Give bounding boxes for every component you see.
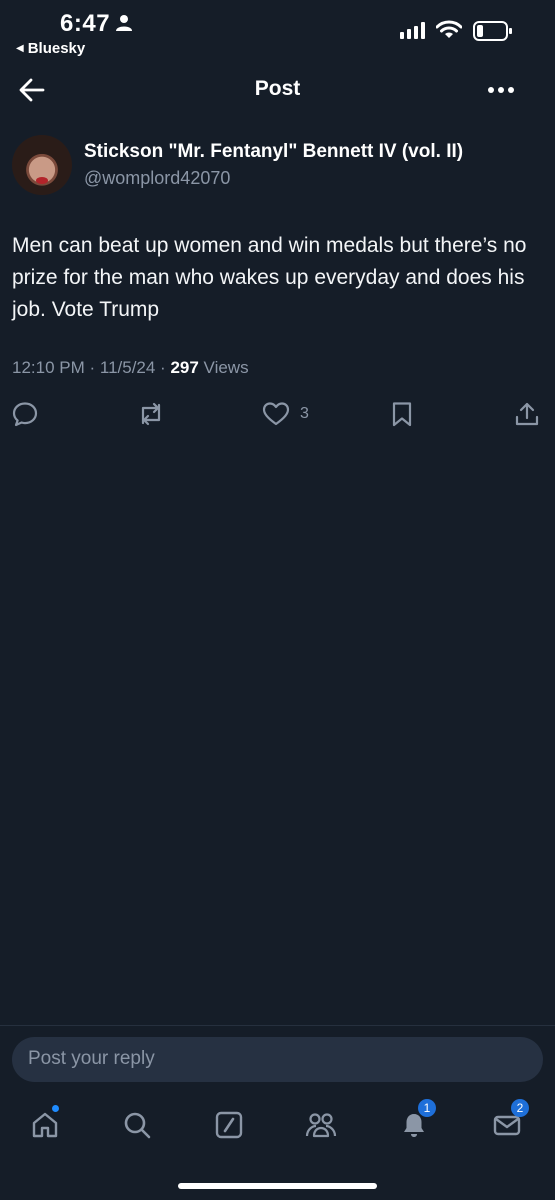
people-icon (304, 1110, 338, 1140)
wifi-icon (436, 20, 462, 40)
reply-placeholder: Post your reply (28, 1048, 155, 1069)
reply-button[interactable] (12, 400, 38, 428)
views-count: 297 (170, 358, 199, 377)
back-arrow-icon[interactable] (18, 76, 48, 104)
battery-icon (473, 21, 513, 41)
page-title: Post (254, 77, 301, 100)
search-icon (122, 1110, 152, 1140)
notifications-badge: 1 (418, 1099, 436, 1117)
avatar[interactable] (12, 135, 72, 195)
back-to-app-link[interactable]: ◀ Bluesky (16, 40, 85, 57)
divider (0, 1025, 555, 1026)
bookmark-button[interactable] (390, 400, 414, 428)
tab-feeds[interactable] (301, 1105, 341, 1145)
cellular-signal-icon (400, 22, 425, 39)
home-icon (30, 1110, 60, 1140)
tab-search[interactable] (117, 1105, 157, 1145)
tab-home[interactable] (25, 1105, 65, 1145)
person-icon (116, 14, 132, 32)
like-button[interactable]: 3 (262, 400, 309, 428)
repost-button[interactable] (137, 400, 165, 428)
reply-icon (12, 401, 38, 427)
reply-input[interactable]: Post your reply (12, 1037, 543, 1082)
author-display-name[interactable]: Stickson "Mr. Fentanyl" Bennett IV (vol.… (84, 141, 463, 163)
repost-icon (137, 401, 165, 427)
compose-icon (214, 1110, 244, 1140)
share-icon (514, 401, 540, 427)
like-count: 3 (300, 405, 309, 422)
bookmark-icon (390, 401, 414, 427)
tab-notifications[interactable]: 1 (394, 1099, 436, 1145)
post-text: Men can beat up women and win medals but… (12, 234, 527, 321)
tab-messages[interactable]: 2 (487, 1099, 529, 1145)
home-unread-dot (52, 1105, 59, 1112)
back-app-label: Bluesky (27, 40, 86, 57)
share-button[interactable] (514, 400, 540, 428)
tab-compose[interactable] (209, 1105, 249, 1145)
views-label: Views (198, 358, 249, 377)
post-timestamp: 12:10 PM · 11/5/24 · (12, 358, 171, 377)
home-indicator[interactable] (178, 1183, 377, 1189)
more-options-icon[interactable] (484, 80, 518, 100)
back-triangle-icon: ◀ (16, 43, 24, 54)
heart-icon (262, 401, 290, 427)
author-handle[interactable]: @womplord42070 (84, 168, 230, 189)
messages-badge: 2 (511, 1099, 529, 1117)
status-time: 6:47 (60, 10, 111, 37)
post-meta: 12:10 PM · 11/5/24 · 297 Views (12, 358, 249, 378)
